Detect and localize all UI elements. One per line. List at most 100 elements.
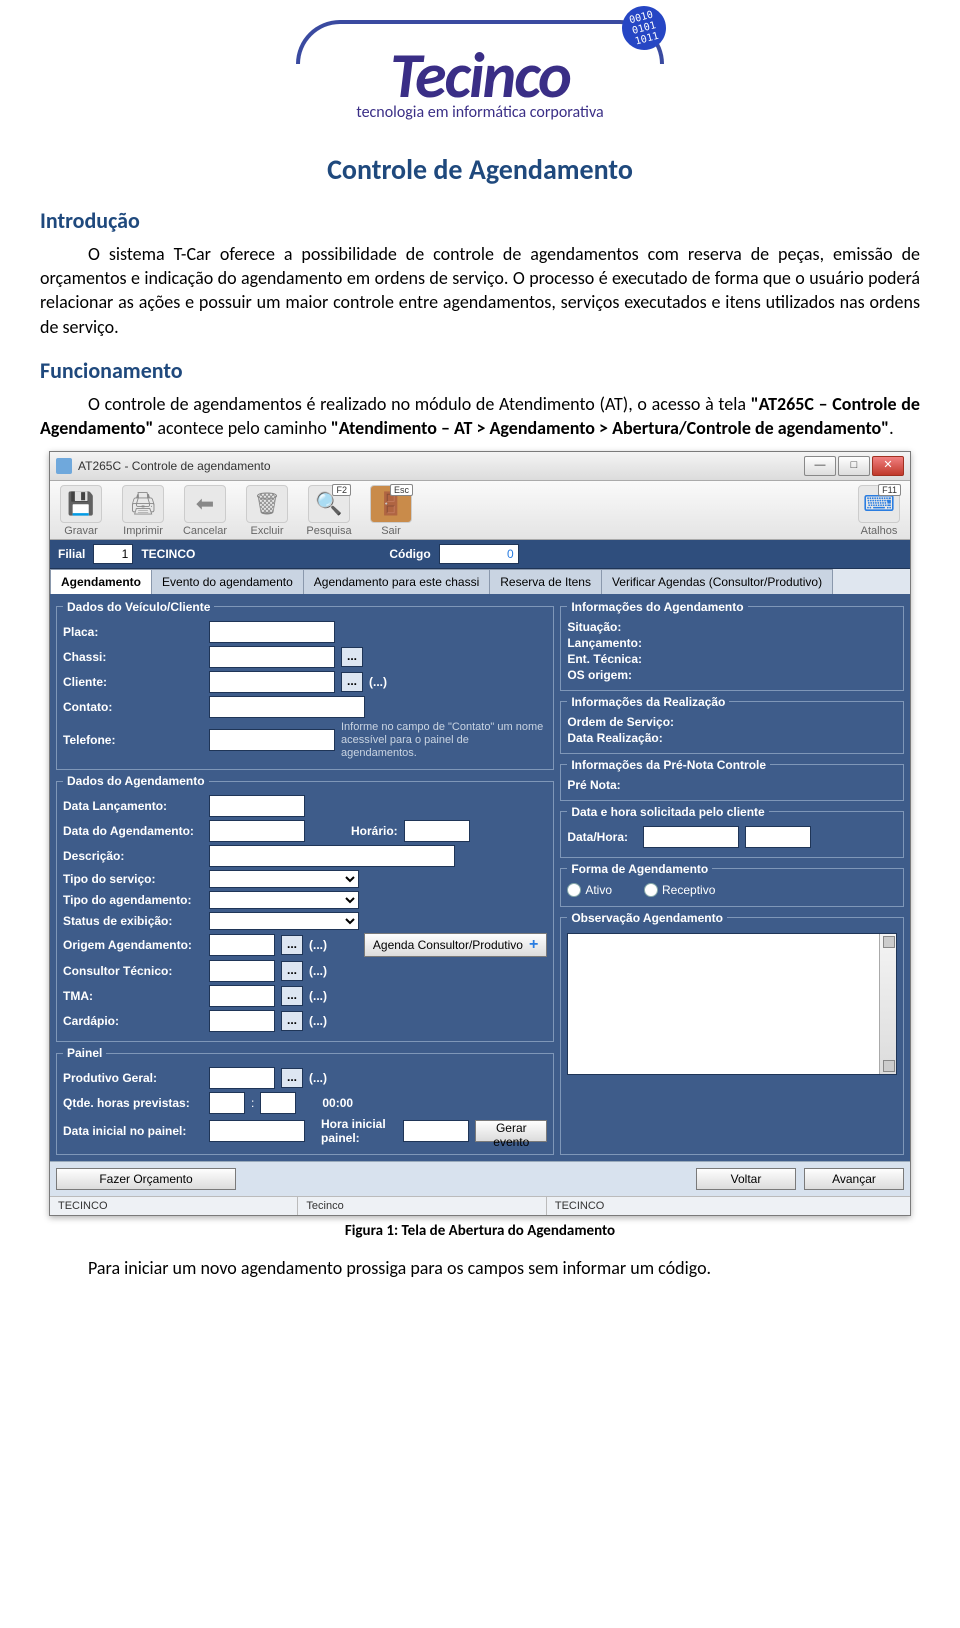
tab-chassi[interactable]: Agendamento para este chassi (303, 569, 490, 594)
cliente-hora-input[interactable] (745, 826, 811, 848)
tma-input[interactable] (209, 985, 275, 1007)
status-cell-1: TECINCO (50, 1197, 298, 1215)
filial-input[interactable] (93, 544, 133, 564)
gravar-button[interactable]: 💾 Gravar (56, 485, 106, 537)
logo-tagline: tecnologia em informática corporativa (296, 103, 664, 122)
statusbar: TECINCO Tecinco TECINCO (50, 1196, 910, 1215)
atalhos-button[interactable]: ⌨F11 Atalhos (854, 485, 904, 537)
group-veiculo-cliente: Dados do Veículo/Cliente Placa: Chassi:.… (56, 600, 554, 771)
app-icon (56, 458, 72, 474)
avancar-button[interactable]: Avançar (804, 1168, 904, 1190)
group-dados-agendamento: Dados do Agendamento Data Lançamento: Da… (56, 774, 554, 1042)
tma-lookup-button[interactable]: ... (281, 986, 303, 1006)
qtde-total: 00:00 (322, 1096, 353, 1110)
tipo-agendamento-select[interactable] (209, 891, 359, 909)
tipo-servico-select[interactable] (209, 870, 359, 888)
qtde-h-input[interactable] (209, 1092, 245, 1114)
hora-inicial-input[interactable] (403, 1120, 469, 1142)
cliente-input[interactable] (209, 671, 335, 693)
footer-buttons: Fazer Orçamento Voltar Avançar (50, 1161, 910, 1196)
group-info-realizacao: Informações da Realização Ordem de Servi… (560, 695, 904, 754)
cardapio-input[interactable] (209, 1010, 275, 1032)
chassi-lookup-button[interactable]: ... (341, 647, 363, 667)
door-icon: 🚪Esc (370, 485, 412, 523)
group-info-agendamento: Informações do Agendamento Situação: Lan… (560, 600, 904, 691)
plus-icon: + (529, 936, 538, 954)
cliente-lookup-button[interactable]: ... (341, 672, 363, 692)
status-cell-3: TECINCO (547, 1197, 910, 1215)
consultor-input[interactable] (209, 960, 275, 982)
maximize-button[interactable]: □ (838, 456, 870, 476)
window-title: AT265C - Controle de agendamento (78, 459, 271, 473)
telefone-input[interactable] (209, 729, 335, 751)
titlebar: AT265C - Controle de agendamento — □ ✕ (50, 452, 910, 481)
status-cell-2: Tecinco (298, 1197, 546, 1215)
minimize-button[interactable]: — (804, 456, 836, 476)
group-observacao: Observação Agendamento (560, 911, 904, 1156)
pesquisa-button[interactable]: 🔍F2 Pesquisa (304, 485, 354, 537)
qtde-m-input[interactable] (260, 1092, 296, 1114)
tab-evento[interactable]: Evento do agendamento (151, 569, 304, 594)
imprimir-button[interactable]: 🖨 Imprimir (118, 485, 168, 537)
close-button[interactable]: ✕ (872, 456, 904, 476)
page-title: Controle de Agendamento (40, 152, 920, 187)
descricao-input[interactable] (209, 845, 455, 867)
codigo-label: Código (389, 547, 430, 561)
produtivo-input[interactable] (209, 1067, 275, 1089)
tab-verificar-agendas[interactable]: Verificar Agendas (Consultor/Produtivo) (601, 569, 833, 594)
back-arrow-icon: ⬅ (184, 485, 226, 523)
data-inicial-input[interactable] (209, 1120, 305, 1142)
tab-reserva[interactable]: Reserva de Itens (489, 569, 602, 594)
group-datahora-cliente: Data e hora solicitada pelo cliente Data… (560, 805, 904, 858)
section-func-heading: Funcionamento (40, 357, 920, 384)
chassi-input[interactable] (209, 646, 335, 668)
tab-agendamento[interactable]: Agendamento (50, 569, 152, 594)
sair-button[interactable]: 🚪Esc Sair (366, 485, 416, 537)
printer-icon: 🖨 (122, 485, 164, 523)
status-select[interactable] (209, 912, 359, 930)
filial-label: Filial (58, 547, 85, 561)
group-forma-agendamento: Forma de Agendamento Ativo Receptivo (560, 862, 904, 907)
figure-caption: Figura 1: Tela de Abertura do Agendament… (40, 1222, 920, 1240)
trash-icon: 🗑 (246, 485, 288, 523)
data-lancamento-input[interactable] (209, 795, 305, 817)
voltar-button[interactable]: Voltar (696, 1168, 796, 1190)
filial-name: TECINCO (141, 547, 381, 561)
app-window: AT265C - Controle de agendamento — □ ✕ 💾… (49, 451, 911, 1217)
search-icon: 🔍F2 (308, 485, 350, 523)
fazer-orcamento-button[interactable]: Fazer Orçamento (56, 1168, 236, 1190)
cardapio-lookup-button[interactable]: ... (281, 1011, 303, 1031)
gerar-evento-button[interactable]: Gerar evento (475, 1120, 547, 1142)
observacao-textarea[interactable] (567, 933, 897, 1075)
filial-bar: Filial TECINCO Código (50, 540, 910, 569)
radio-receptivo[interactable]: Receptivo (644, 883, 715, 897)
closing-paragraph: Para iniciar um novo agendamento prossig… (40, 1256, 920, 1280)
toolbar: 💾 Gravar 🖨 Imprimir ⬅ Cancelar 🗑 Excluir… (50, 481, 910, 540)
consultor-lookup-button[interactable]: ... (281, 961, 303, 981)
codigo-input[interactable] (439, 544, 519, 564)
section-intro-heading: Introdução (40, 207, 920, 234)
horario-input[interactable] (404, 820, 470, 842)
scrollbar[interactable] (879, 934, 896, 1074)
contato-hint: Informe no campo de "Contato" um nome ac… (341, 721, 547, 761)
tabs: Agendamento Evento do agendamento Agenda… (50, 569, 910, 594)
radio-ativo[interactable]: Ativo (567, 883, 612, 897)
logo-chip-icon: 0010 0101 1011 (617, 1, 671, 55)
keyboard-icon: ⌨F11 (858, 485, 900, 523)
contato-input[interactable] (209, 696, 365, 718)
cancelar-button[interactable]: ⬅ Cancelar (180, 485, 230, 537)
intro-paragraph: O sistema T-Car oferece a possibilidade … (40, 242, 920, 339)
cliente-data-input[interactable] (643, 826, 739, 848)
func-paragraph: O controle de agendamentos é realizado n… (40, 392, 920, 441)
group-prenota: Informações da Pré-Nota Controle Pré Not… (560, 758, 904, 801)
save-icon: 💾 (60, 485, 102, 523)
origem-lookup-button[interactable]: ... (281, 935, 303, 955)
origem-input[interactable] (209, 934, 275, 956)
agenda-consultor-button[interactable]: Agenda Consultor/Produtivo+ (364, 933, 547, 957)
data-agendamento-input[interactable] (209, 820, 305, 842)
placa-input[interactable] (209, 621, 335, 643)
produtivo-lookup-button[interactable]: ... (281, 1068, 303, 1088)
group-painel: Painel Produtivo Geral:...(...) Qtde. ho… (56, 1046, 554, 1155)
excluir-button[interactable]: 🗑 Excluir (242, 485, 292, 537)
logo: 0010 0101 1011 Tecinco tecnologia em inf… (40, 20, 920, 122)
